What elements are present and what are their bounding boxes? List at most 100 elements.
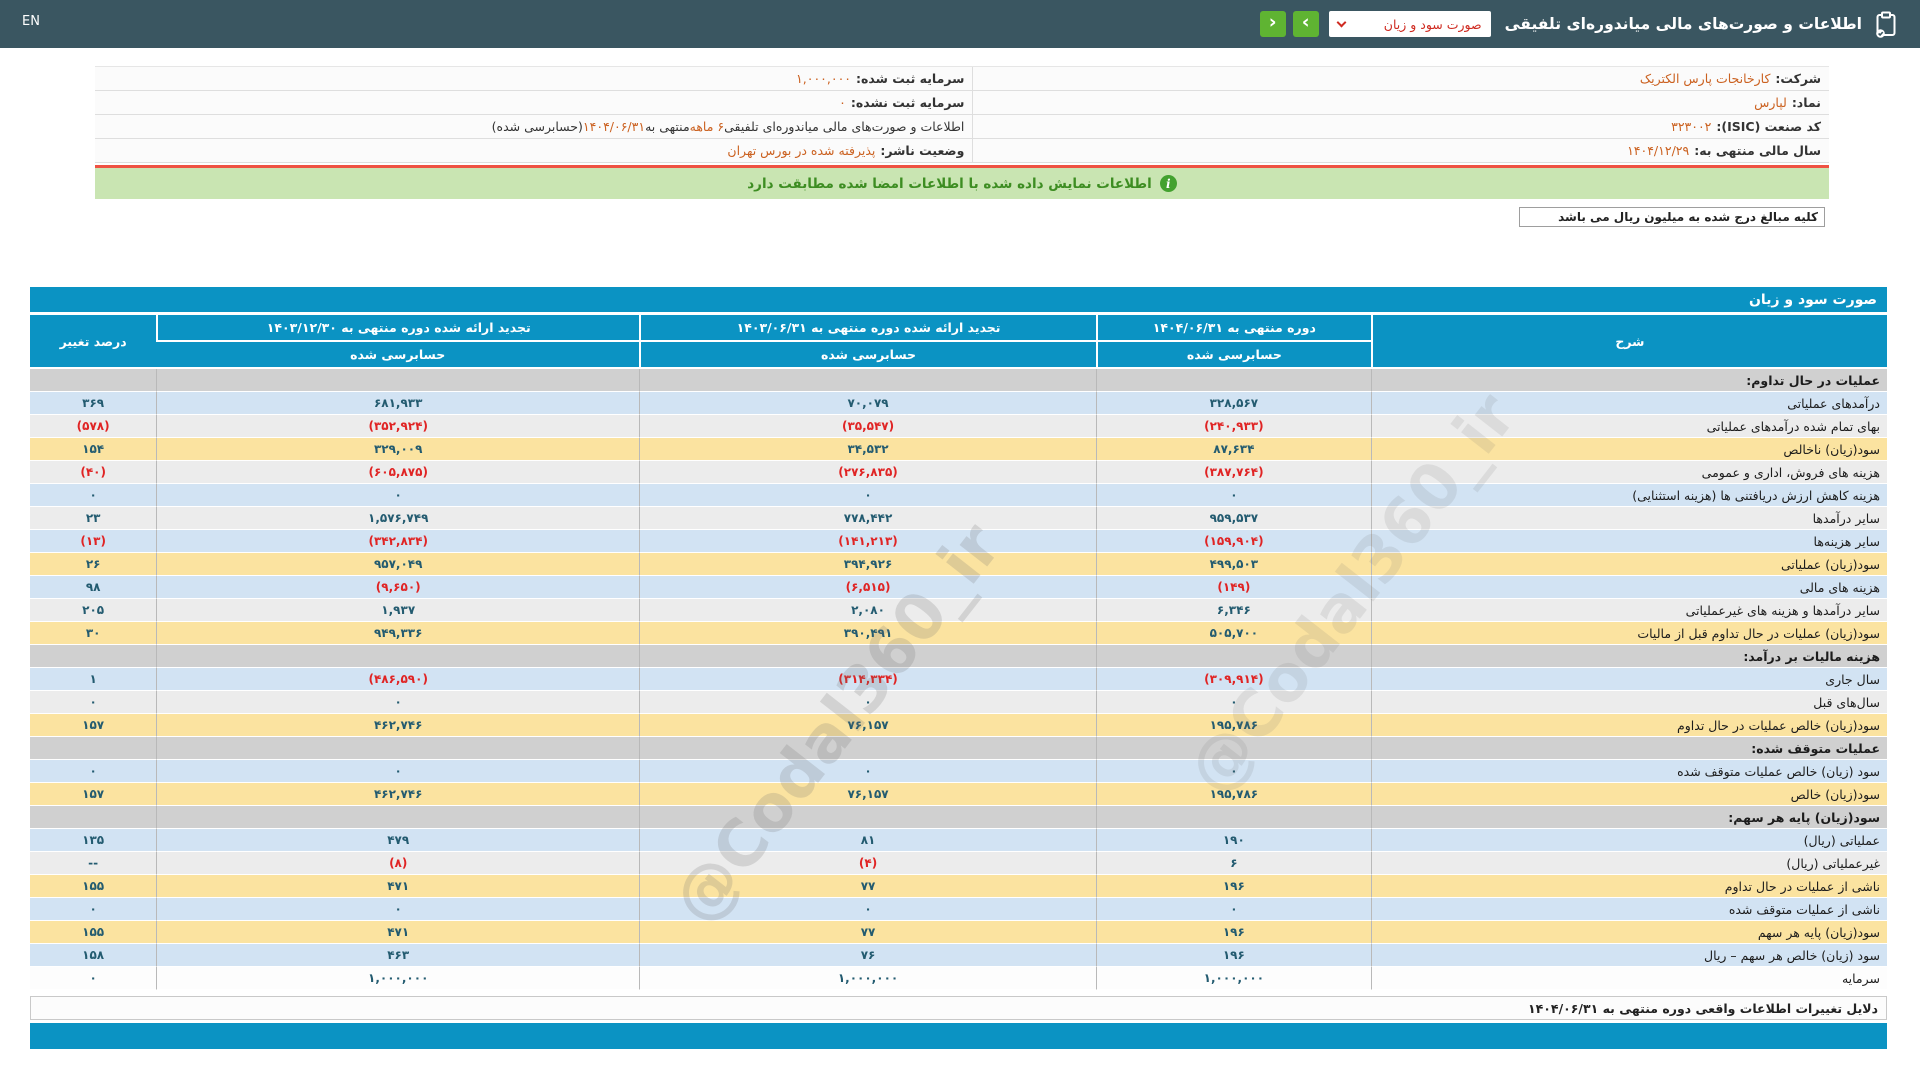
row-label: سود (زیان) خالص عملیات متوقف شده (1371, 760, 1887, 783)
value-restated-year-period: ۹۴۹,۳۳۶ (156, 622, 639, 645)
company-name-link[interactable]: کارخانجات پارس الکتریک (1640, 71, 1771, 86)
value-current-period: ۰ (1096, 691, 1371, 714)
value-change-percent: ۱۵۵ (30, 875, 156, 898)
row-label: عملیاتی (ریال) (1371, 829, 1887, 852)
value-restated-year-period: (۳۵۲,۹۲۴) (156, 415, 639, 438)
empty-cell (1096, 645, 1371, 668)
row-label: سایر درآمدها (1371, 507, 1887, 530)
value-change-percent: ۱۵۵ (30, 921, 156, 944)
table-row: سود(زیان) خالص۱۹۵,۷۸۶۷۶,۱۵۷۴۶۲,۷۴۶۱۵۷ (30, 783, 1887, 806)
table-row: سرمایه۱,۰۰۰,۰۰۰۱,۰۰۰,۰۰۰۱,۰۰۰,۰۰۰۰ (30, 967, 1887, 990)
value-restated-year-period: ۴۶۲,۷۴۶ (156, 783, 639, 806)
value-restated-mid-period: ۰ (639, 691, 1096, 714)
chevron-down-icon (1336, 17, 1346, 27)
empty-cell (30, 369, 156, 392)
value-current-period: ۳۲۸,۵۶۷ (1096, 392, 1371, 415)
value-restated-mid-period: ۳۹۰,۴۹۱ (639, 622, 1096, 645)
value-change-percent: ۰ (30, 691, 156, 714)
value-restated-year-period: ۰ (156, 691, 639, 714)
row-label: سود(زیان) خالص عملیات در حال تداوم (1371, 714, 1887, 737)
value-change-percent: ۱۵۷ (30, 714, 156, 737)
section-label: هزینه مالیات بر درآمد: (1371, 645, 1887, 668)
unregistered-capital-label: سرمایه ثبت نشده: (851, 95, 965, 110)
english-language-link[interactable]: EN (22, 14, 40, 29)
table-row: سود(زیان) خالص عملیات در حال تداوم۱۹۵,۷۸… (30, 714, 1887, 737)
fiscal-year-label: سال مالی منتهی به: (1694, 143, 1821, 158)
value-restated-mid-period: ۱,۰۰۰,۰۰۰ (639, 967, 1096, 990)
audited-label: حسابرسی شده (639, 342, 1096, 369)
value-change-percent: -- (30, 852, 156, 875)
report-period-months: ۶ ماهه (690, 119, 725, 134)
report-type-dropdown[interactable]: صورت سود و زیان (1329, 11, 1491, 37)
table-row: سود(زیان) عملیات در حال تداوم قبل از مال… (30, 622, 1887, 645)
value-restated-year-period: (۹,۶۵۰) (156, 576, 639, 599)
value-restated-year-period: ۹۵۷,۰۴۹ (156, 553, 639, 576)
table-row: هزینه های فروش، اداری و عمومی(۳۸۷,۷۶۴)(۲… (30, 461, 1887, 484)
issuer-status-value: پذیرفته شده در بورس تهران (727, 143, 875, 158)
next-statement-button[interactable]: › (1293, 11, 1319, 37)
isic-code-label: کد صنعت (ISIC): (1716, 119, 1821, 134)
value-restated-mid-period: (۴) (639, 852, 1096, 875)
value-change-percent: (۱۳) (30, 530, 156, 553)
isic-code-value: ۳۲۳۰۰۲ (1671, 119, 1711, 134)
value-restated-year-period: ۶۸۱,۹۳۳ (156, 392, 639, 415)
value-change-percent: (۴۰) (30, 461, 156, 484)
value-restated-mid-period: ۷۶,۱۵۷ (639, 783, 1096, 806)
row-label: سال جاری (1371, 668, 1887, 691)
value-restated-mid-period: ۷۷۸,۴۴۲ (639, 507, 1096, 530)
value-restated-mid-period: ۳۹۴,۹۲۶ (639, 553, 1096, 576)
info-icon: i (1160, 175, 1177, 192)
section-label: سود(زیان) پایه هر سهم: (1371, 806, 1887, 829)
column-header-current-period: دوره منتهی به ۱۴۰۴/۰۶/۳۱ (1096, 315, 1371, 342)
report-period-prefix: اطلاعات و صورت‌های مالی میاندوره‌ای تلفی… (724, 119, 964, 134)
table-row: سود(زیان) پایه هر سهم۱۹۶۷۷۴۷۱۱۵۵ (30, 921, 1887, 944)
clipboard-report-icon (1874, 11, 1898, 38)
table-row: سایر درآمدها و هزینه های غیرعملیاتی۶,۳۴۶… (30, 599, 1887, 622)
table-row: بهای تمام شده درآمدهای عملیاتی(۲۴۰,۹۳۳)(… (30, 415, 1887, 438)
value-change-percent: ۰ (30, 967, 156, 990)
empty-cell (30, 806, 156, 829)
report-type-selected-value: صورت سود و زیان (1384, 17, 1482, 32)
table-row: سود (زیان) خالص هر سهم – ریال۱۹۶۷۶۴۶۳۱۵۸ (30, 944, 1887, 967)
value-current-period: ۱۹۵,۷۸۶ (1096, 714, 1371, 737)
row-label: سود(زیان) ناخالص (1371, 438, 1887, 461)
empty-cell (156, 645, 639, 668)
value-current-period: ۰ (1096, 484, 1371, 507)
row-label: هزینه کاهش ارزش دریافتنی ها (هزینه استثن… (1371, 484, 1887, 507)
table-row: سایر هزینه‌ها(۱۵۹,۹۰۴)(۱۴۱,۲۱۳)(۳۴۲,۸۳۴)… (30, 530, 1887, 553)
value-restated-mid-period: (۳۱۴,۳۳۴) (639, 668, 1096, 691)
row-label: سود(زیان) پایه هر سهم (1371, 921, 1887, 944)
units-note-box: کلیه مبالغ درج شده به میلیون ریال می باش… (1519, 207, 1825, 227)
empty-cell (1096, 737, 1371, 760)
previous-statement-button[interactable]: ‹ (1260, 11, 1286, 37)
symbol-link[interactable]: لپارس (1754, 95, 1787, 110)
value-restated-year-period: ۰ (156, 484, 639, 507)
empty-cell (1096, 369, 1371, 392)
row-label: سایر هزینه‌ها (1371, 530, 1887, 553)
table-row: سود(زیان) عملیاتی۴۹۹,۵۰۳۳۹۴,۹۲۶۹۵۷,۰۴۹۲۶ (30, 553, 1887, 576)
value-restated-year-period: ۴۶۳ (156, 944, 639, 967)
empty-cell (156, 737, 639, 760)
signature-notice-banner: i اطلاعات نمایش داده شده با اطلاعات امضا… (95, 165, 1829, 199)
audited-label: حسابرسی شده (156, 342, 639, 369)
value-change-percent: ۱۳۵ (30, 829, 156, 852)
fiscal-year-value: ۱۴۰۴/۱۲/۲۹ (1627, 143, 1689, 158)
value-current-period: (۱۴۹) (1096, 576, 1371, 599)
row-label: سود(زیان) خالص (1371, 783, 1887, 806)
value-current-period: ۹۵۹,۵۳۷ (1096, 507, 1371, 530)
value-restated-mid-period: ۷۷ (639, 875, 1096, 898)
value-current-period: ۰ (1096, 760, 1371, 783)
value-restated-mid-period: ۳۴,۵۳۲ (639, 438, 1096, 461)
value-restated-mid-period: ۷۶ (639, 944, 1096, 967)
report-period-suffix: (حسابرسی شده) (492, 119, 583, 134)
row-label: سود(زیان) عملیات در حال تداوم قبل از مال… (1371, 622, 1887, 645)
empty-cell (639, 737, 1096, 760)
section-header-row: هزینه مالیات بر درآمد: (30, 645, 1887, 668)
value-current-period: ۱۹۰ (1096, 829, 1371, 852)
value-change-percent: ۰ (30, 484, 156, 507)
value-current-period: (۲۴۰,۹۳۳) (1096, 415, 1371, 438)
value-current-period: ۵۰۵,۷۰۰ (1096, 622, 1371, 645)
value-restated-mid-period: (۲۷۶,۸۳۵) (639, 461, 1096, 484)
column-header-description: شرح (1371, 315, 1887, 369)
value-restated-year-period: ۴۷۱ (156, 921, 639, 944)
